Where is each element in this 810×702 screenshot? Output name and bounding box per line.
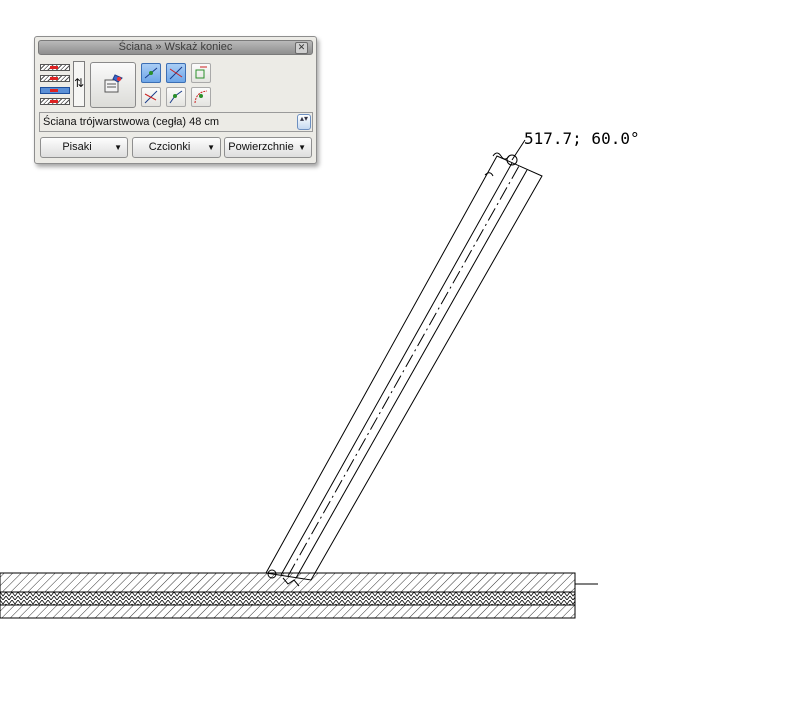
wall-style-option-2[interactable]	[40, 75, 70, 82]
tool-polyline[interactable]	[166, 87, 186, 107]
flip-side-button[interactable]: ⇅	[73, 61, 85, 107]
surfaces-dropdown[interactable]: Powierzchnie ▼	[224, 137, 312, 158]
extend-icon	[195, 66, 207, 79]
fonts-label: Czcionki	[148, 141, 191, 153]
pens-dropdown[interactable]: Pisaki ▼	[40, 137, 128, 158]
chevron-down-icon: ▼	[207, 143, 215, 152]
flip-arrows-icon: ⇅	[74, 76, 85, 90]
panel-title: Ściana » Wskaż koniec	[118, 41, 233, 53]
pens-label: Pisaki	[62, 141, 92, 153]
panel-title-bar[interactable]: Ściana » Wskaż koniec ✕	[38, 40, 313, 55]
wall-properties-button[interactable]	[90, 62, 136, 108]
wall-style-option-4[interactable]	[40, 98, 70, 105]
coordinate-readout: 517.7; 60.0°	[524, 129, 640, 148]
wall-type-value: Ściana trójwarstwowa (cegła) 48 cm	[43, 116, 220, 128]
wall-type-field[interactable]: Ściana trójwarstwowa (cegła) 48 cm ▴▾	[39, 112, 313, 132]
tool-angle[interactable]	[166, 63, 186, 83]
wall-properties-icon	[104, 74, 123, 93]
wall-type-spinner-icon[interactable]: ▴▾	[297, 114, 311, 130]
polyline-icon	[169, 90, 183, 104]
orthogonal-icon	[144, 67, 158, 79]
trim-icon	[144, 90, 158, 104]
close-icon[interactable]: ✕	[295, 42, 308, 54]
chevron-down-icon: ▼	[298, 143, 306, 152]
tool-arc[interactable]	[191, 87, 211, 107]
arc-icon	[194, 90, 208, 104]
tool-orthogonal[interactable]	[141, 63, 161, 83]
tool-extend[interactable]	[191, 63, 211, 83]
angle-icon	[169, 66, 183, 80]
angled-wall-preview	[265, 139, 543, 587]
horizontal-wall	[0, 572, 598, 619]
tool-trim[interactable]	[141, 87, 161, 107]
surfaces-label: Powierzchnie	[228, 141, 294, 153]
wall-style-option-3[interactable]	[40, 87, 70, 94]
chevron-down-icon: ▼	[114, 143, 122, 152]
wall-style-option-1[interactable]	[40, 64, 70, 71]
wall-tool-panel: Ściana » Wskaż koniec ✕ ⇅ Ściana trójwar…	[34, 36, 317, 164]
fonts-dropdown[interactable]: Czcionki ▼	[132, 137, 221, 158]
